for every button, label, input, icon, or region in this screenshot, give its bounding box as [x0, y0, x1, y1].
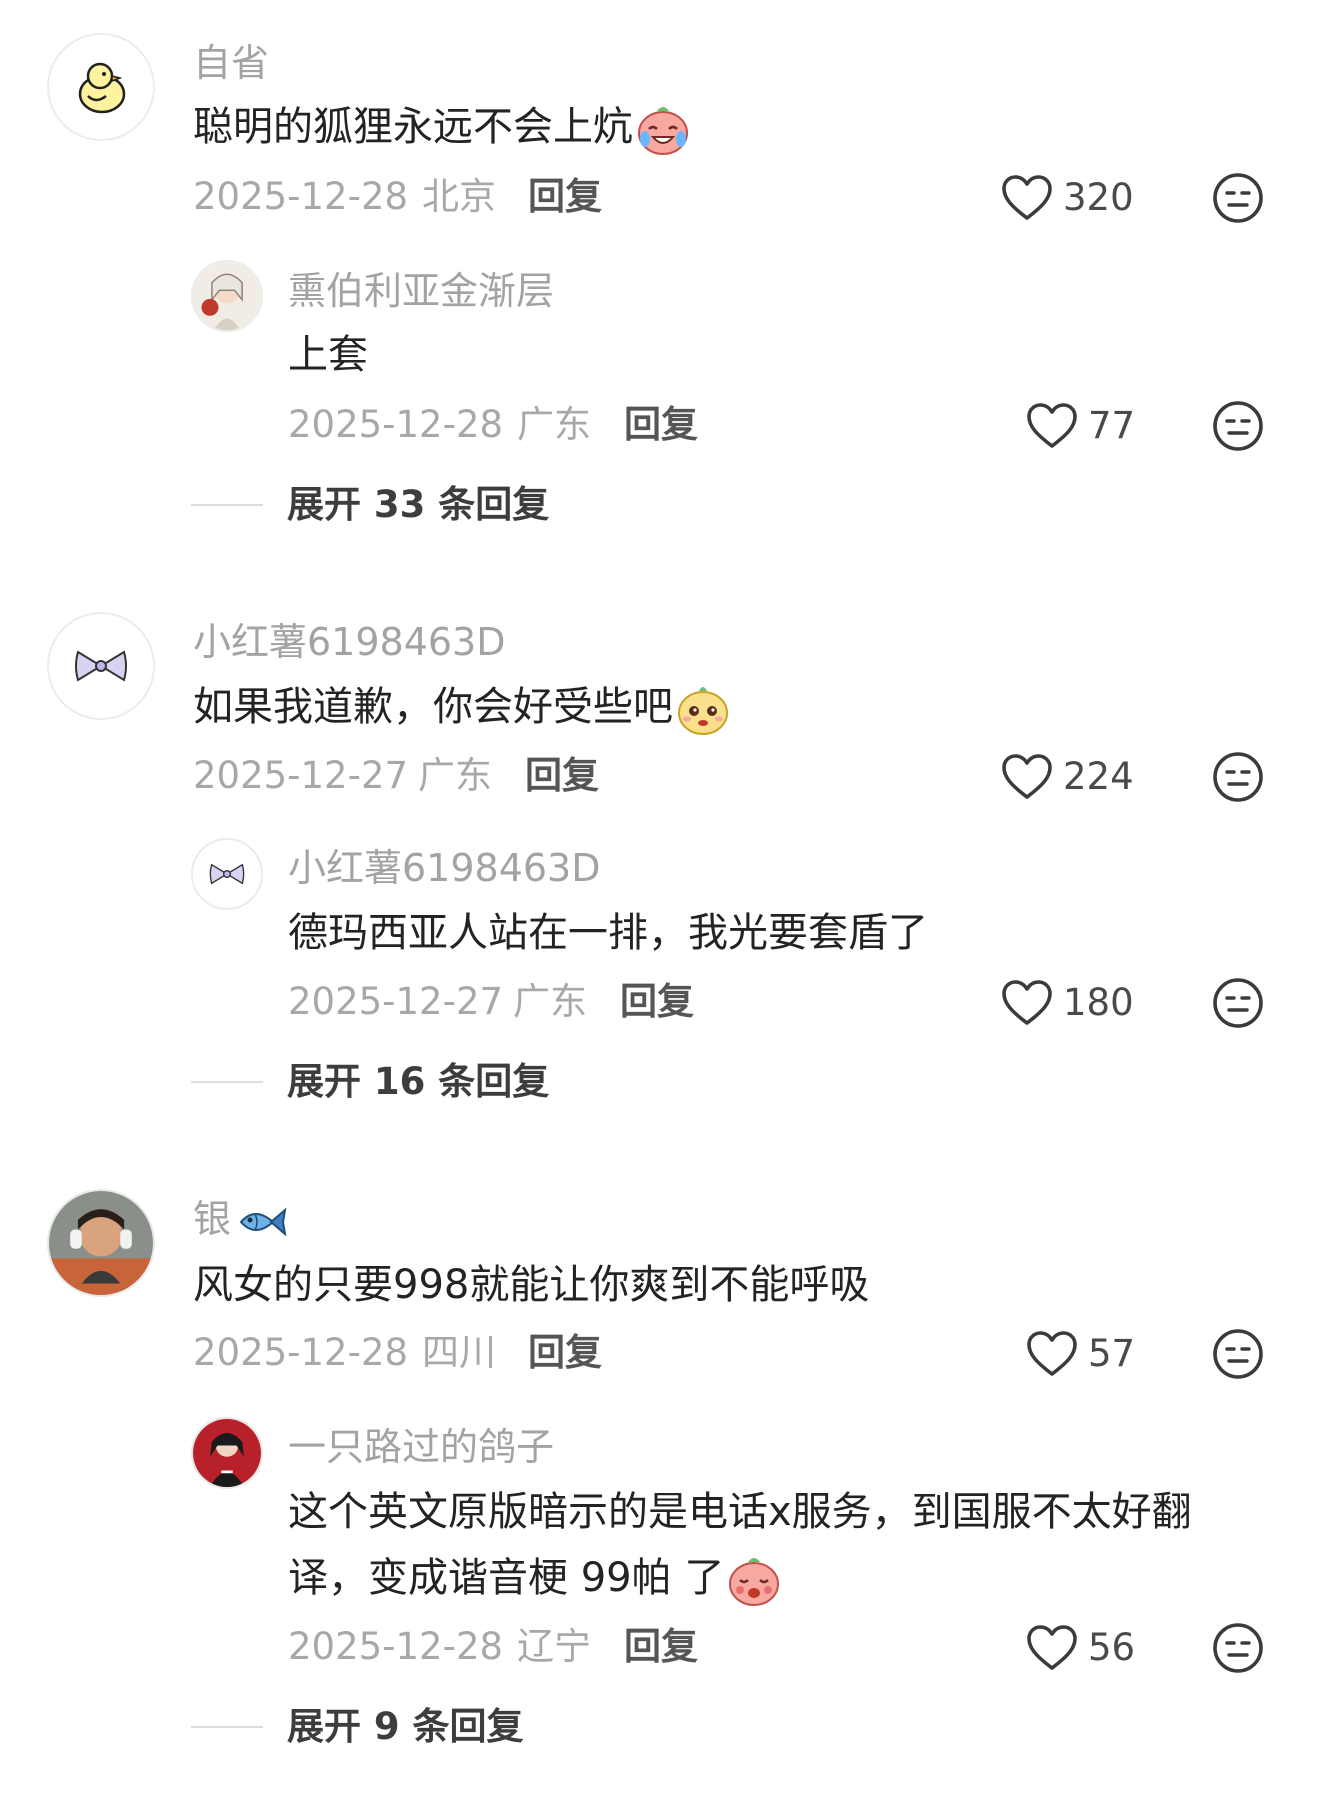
anime-girl-avatar-icon [193, 262, 261, 330]
comment-location: 广东 [418, 754, 492, 797]
like-count: 224 [1063, 755, 1134, 798]
reply-text-line: 这个英文原版暗示的是电话x服务，到国服不太好翻 [288, 1489, 1192, 1535]
avatar[interactable] [191, 838, 263, 910]
chick-icon [78, 62, 126, 114]
like-button[interactable]: 224 [1001, 753, 1134, 801]
username-text: 银 [193, 1197, 232, 1241]
neutral-face-icon[interactable] [1212, 1622, 1264, 1674]
blushing-emoji-icon [729, 1558, 780, 1606]
reply-date: 2025-12-28 [288, 1625, 504, 1668]
neutral-face-icon[interactable] [1212, 400, 1264, 452]
divider [191, 1081, 263, 1083]
like-button[interactable]: 56 [1026, 1624, 1135, 1672]
crying-laughing-emoji-icon [638, 107, 688, 155]
comment-text: 如果我道歉，你会好受些吧 [193, 674, 731, 740]
comment-date: 2025-12-28 [193, 175, 409, 218]
avatar[interactable] [191, 260, 263, 332]
heart-outline-icon [1001, 979, 1053, 1027]
comment-body: 如果我道歉，你会好受些吧 [193, 684, 673, 730]
expand-replies-label: 展开 16 条回复 [287, 1060, 550, 1103]
divider [191, 504, 263, 506]
like-button[interactable]: 57 [1026, 1330, 1135, 1378]
reply-text: 德玛西亚人站在一排，我光要套盾了 [288, 910, 928, 956]
like-count: 56 [1088, 1626, 1136, 1669]
comment-text: 风女的只要998就能让你爽到不能呼吸 [193, 1262, 870, 1308]
comment-text: 聪明的狐狸永远不会上炕 [193, 94, 691, 160]
comment-date: 2025-12-28 [193, 1331, 409, 1374]
heart-outline-icon [1026, 1624, 1078, 1672]
reply-button[interactable]: 回复 [525, 753, 599, 799]
comment-location: 北京 [422, 175, 496, 218]
username[interactable]: 小红薯6198463D [193, 619, 506, 665]
bow-icon [209, 863, 245, 885]
reply-text-body: 译，变成谐音梗 99帕 了 [288, 1555, 725, 1601]
heart-outline-icon [1001, 753, 1053, 801]
expand-replies-button[interactable]: 展开 9 条回复 [191, 1704, 524, 1750]
reply-date: 2025-12-28 [288, 403, 504, 446]
neutral-face-icon[interactable] [1212, 172, 1264, 224]
reply-button[interactable]: 回复 [624, 1624, 698, 1670]
username[interactable]: 银 [193, 1196, 287, 1242]
username[interactable]: 自省 [193, 40, 269, 86]
avatar[interactable] [191, 1417, 263, 1489]
neutral-face-icon[interactable] [1212, 1328, 1264, 1380]
username[interactable]: 小红薯6198463D [288, 845, 601, 891]
divider [191, 1726, 263, 1728]
reply-location: 广东 [513, 980, 587, 1023]
comment-date: 2025-12-27 [193, 754, 409, 797]
reply-button[interactable]: 回复 [620, 979, 694, 1025]
reply-location: 辽宁 [517, 1625, 591, 1668]
reply-button[interactable]: 回复 [624, 402, 698, 448]
like-count: 57 [1088, 1332, 1136, 1375]
username[interactable]: 熏伯利亚金渐层 [288, 268, 554, 314]
expand-replies-button[interactable]: 展开 33 条回复 [191, 482, 549, 528]
expand-replies-label: 展开 9 条回复 [287, 1705, 524, 1748]
bow-icon [75, 650, 127, 682]
like-count: 77 [1088, 404, 1136, 447]
neutral-face-icon[interactable] [1212, 751, 1264, 803]
reply-location: 广东 [517, 403, 591, 446]
like-button[interactable]: 180 [1001, 979, 1134, 1027]
like-button[interactable]: 320 [1001, 174, 1134, 222]
reply-date: 2025-12-27 [288, 980, 504, 1023]
neutral-face-icon[interactable] [1212, 977, 1264, 1029]
reply-button[interactable]: 回复 [528, 174, 602, 220]
pleading-emoji-icon [678, 687, 728, 735]
heart-outline-icon [1026, 402, 1078, 450]
fish-icon [239, 1206, 287, 1237]
heart-outline-icon [1026, 1330, 1078, 1378]
anime-character-avatar-icon [193, 1419, 261, 1487]
like-button[interactable]: 77 [1026, 402, 1135, 450]
comment-body: 聪明的狐狸永远不会上炕 [193, 104, 633, 150]
avatar[interactable] [47, 612, 155, 720]
username[interactable]: 一只路过的鸽子 [288, 1424, 554, 1470]
reply-text-line: 译，变成谐音梗 99帕 了 [288, 1545, 782, 1611]
like-count: 320 [1063, 176, 1134, 219]
person-photo-avatar-icon [49, 1191, 153, 1295]
reply-button[interactable]: 回复 [528, 1330, 602, 1376]
reply-text: 上套 [288, 332, 368, 378]
avatar[interactable] [47, 1189, 155, 1297]
like-count: 180 [1063, 981, 1134, 1024]
expand-replies-button[interactable]: 展开 16 条回复 [191, 1059, 549, 1105]
expand-replies-label: 展开 33 条回复 [287, 483, 550, 526]
comment-location: 四川 [422, 1331, 496, 1374]
heart-outline-icon [1001, 174, 1053, 222]
avatar[interactable] [47, 33, 155, 141]
